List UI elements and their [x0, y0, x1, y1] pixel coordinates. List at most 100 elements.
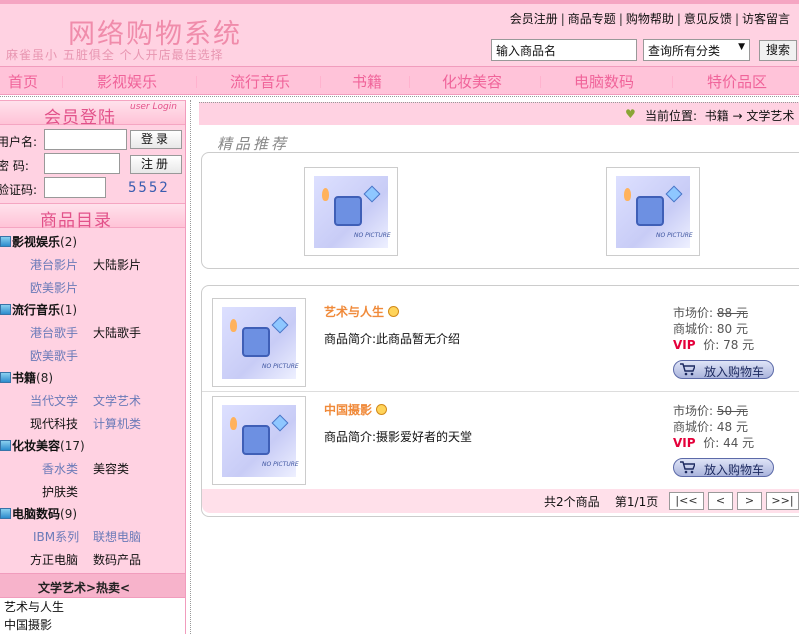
link-separator: |: [676, 12, 681, 26]
recommend-thumbnail[interactable]: NO PICTURE: [606, 167, 700, 256]
next-page-button[interactable]: >: [737, 492, 762, 510]
search-input[interactable]: 输入商品名: [491, 39, 637, 61]
category-digital[interactable]: 电脑数码(9): [0, 505, 77, 522]
top-link-register[interactable]: 会员注册: [510, 12, 558, 26]
market-price: 市场价: 88 元: [673, 306, 748, 320]
last-page-button[interactable]: >>|: [766, 492, 799, 510]
cart-label: 放入购物车: [704, 463, 765, 477]
folder-icon: [0, 508, 11, 519]
location-path[interactable]: 书籍 → 文学艺术: [705, 109, 795, 123]
nav-separator: [409, 76, 410, 88]
catalog-panel-header: 商品目录: [0, 203, 185, 231]
captcha-field[interactable]: [44, 177, 106, 198]
subcategory-link[interactable]: 港台影片: [30, 256, 78, 273]
vip-price: VIP 价: 78 元: [673, 338, 755, 352]
subcategory-link[interactable]: 联想电脑: [93, 528, 141, 545]
shop-price: 商城价: 48 元: [673, 420, 748, 434]
search-button[interactable]: 搜索: [759, 40, 797, 61]
link-separator: |: [618, 12, 623, 26]
prev-page-button[interactable]: <: [708, 492, 733, 510]
subcategory-link[interactable]: 香水类: [42, 460, 78, 477]
recommend-thumbnail[interactable]: NO PICTURE: [304, 167, 398, 256]
subcategory-link[interactable]: 计算机类: [93, 415, 141, 432]
login-subtitle: user Login: [130, 102, 177, 112]
subcategory-link[interactable]: 美容类: [93, 460, 129, 477]
register-button[interactable]: 注册: [130, 155, 182, 174]
hot-sellers-title: 文学艺术>热卖<: [38, 581, 131, 595]
product-thumbnail[interactable]: NO PICTURE: [212, 396, 306, 485]
site-header: 网络购物系统 麻雀虽小 五脏俱全 个人开店最佳选择 会员注册 | 商品专题 | 购物帮助…: [0, 0, 799, 66]
recommend-title: 精品推荐: [217, 135, 290, 153]
category-select-value: 查询所有分类: [648, 44, 721, 58]
nav-movies[interactable]: 影视娱乐: [97, 71, 157, 92]
category-books[interactable]: 书籍(8): [0, 369, 53, 386]
add-to-cart-button[interactable]: 放入购物车: [673, 458, 774, 477]
first-page-button[interactable]: |<<: [669, 492, 704, 510]
location-label: 当前位置:: [645, 109, 698, 123]
product-name-link[interactable]: 艺术与人生: [324, 303, 400, 320]
category-movies[interactable]: 影视娱乐(2): [0, 233, 77, 250]
subcategory-link[interactable]: 欧美影片: [30, 279, 78, 296]
nav-beauty[interactable]: 化妆美容: [442, 71, 502, 92]
main-nav: 首页 影视娱乐 流行音乐 书籍 化妆美容 电脑数码 特价品区: [0, 66, 799, 95]
add-to-cart-button[interactable]: 放入购物车: [673, 360, 774, 379]
login-button[interactable]: 登录: [130, 130, 182, 149]
top-links: 会员注册 | 商品专题 | 购物帮助 | 意见反馈 | 访客留言: [510, 10, 790, 27]
subcategory-link[interactable]: 方正电脑: [30, 551, 78, 568]
subcategory-link[interactable]: 港台歌手: [30, 324, 78, 341]
folder-icon: [0, 440, 11, 451]
vip-price: VIP 价: 44 元: [673, 436, 755, 450]
header-divider: [0, 96, 799, 97]
nav-specials[interactable]: 特价品区: [707, 71, 767, 92]
category-beauty[interactable]: 化妆美容(17): [0, 437, 85, 454]
product-name-link[interactable]: 中国摄影: [324, 401, 388, 418]
category-music[interactable]: 流行音乐(1): [0, 301, 77, 318]
top-link-guestbook[interactable]: 访客留言: [742, 12, 790, 26]
heart-icon: ♥: [625, 107, 636, 121]
nav-home[interactable]: 首页: [8, 71, 38, 92]
subcategory-link[interactable]: 大陆歌手: [93, 324, 141, 341]
captcha-label: 验证码:: [0, 183, 38, 197]
cart-label: 放入购物车: [704, 365, 765, 379]
category-select[interactable]: 查询所有分类 ▼: [643, 39, 750, 61]
category-name: 电脑数码: [12, 507, 61, 521]
captcha-code: 5552: [128, 180, 170, 196]
hot-item-link[interactable]: 中国摄影: [0, 616, 185, 634]
link-separator: |: [734, 12, 739, 26]
smiley-icon: [376, 404, 388, 415]
category-count: (9): [60, 507, 78, 521]
username-field[interactable]: [44, 129, 127, 150]
location-bar: ♥ 当前位置: 书籍 → 文学艺术: [199, 102, 799, 125]
folder-icon: [0, 304, 11, 315]
subcategory-link[interactable]: 欧美歌手: [30, 347, 78, 364]
main-content: ♥ 当前位置: 书籍 → 文学艺术 精品推荐 NO PICTURE NO PIC…: [190, 100, 799, 634]
category-count: (8): [36, 371, 54, 385]
top-link-topics[interactable]: 商品专题: [568, 12, 616, 26]
hot-sellers-header: 文学艺术>热卖<: [0, 573, 185, 598]
category-count: (2): [60, 235, 78, 249]
folder-icon: [0, 236, 11, 247]
subcategory-link[interactable]: 现代科技: [30, 415, 78, 432]
subcategory-link[interactable]: 大陆影片: [93, 256, 141, 273]
password-field[interactable]: [44, 153, 120, 174]
nav-separator: [672, 76, 673, 88]
subcategory-link[interactable]: 护肤类: [42, 483, 78, 500]
nav-music[interactable]: 流行音乐: [230, 71, 290, 92]
login-panel-header: 会员登陆 user Login: [0, 100, 185, 128]
top-link-feedback[interactable]: 意见反馈: [684, 12, 732, 26]
category-name: 化妆美容: [12, 439, 61, 453]
product-thumbnail[interactable]: NO PICTURE: [212, 298, 306, 387]
nav-digital[interactable]: 电脑数码: [574, 71, 634, 92]
subcategory-link[interactable]: 当代文学: [30, 392, 78, 409]
subcategory-link[interactable]: 数码产品: [93, 551, 141, 568]
product-row: NO PICTURE 艺术与人生 商品简介:此商品暂无介绍 市场价: 88 元 …: [202, 294, 799, 394]
subcategory-link[interactable]: 文学艺术: [93, 392, 141, 409]
nav-books[interactable]: 书籍: [352, 71, 382, 92]
logo-slogan: 麻雀虽小 五脏俱全 个人开店最佳选择: [6, 48, 224, 62]
cart-icon: [680, 363, 695, 376]
top-link-help[interactable]: 购物帮助: [626, 12, 674, 26]
folder-icon: [0, 372, 11, 383]
subcategory-link[interactable]: IBM系列: [33, 528, 79, 545]
hot-item-link[interactable]: 艺术与人生: [0, 598, 185, 616]
no-picture-image: NO PICTURE: [616, 176, 693, 248]
